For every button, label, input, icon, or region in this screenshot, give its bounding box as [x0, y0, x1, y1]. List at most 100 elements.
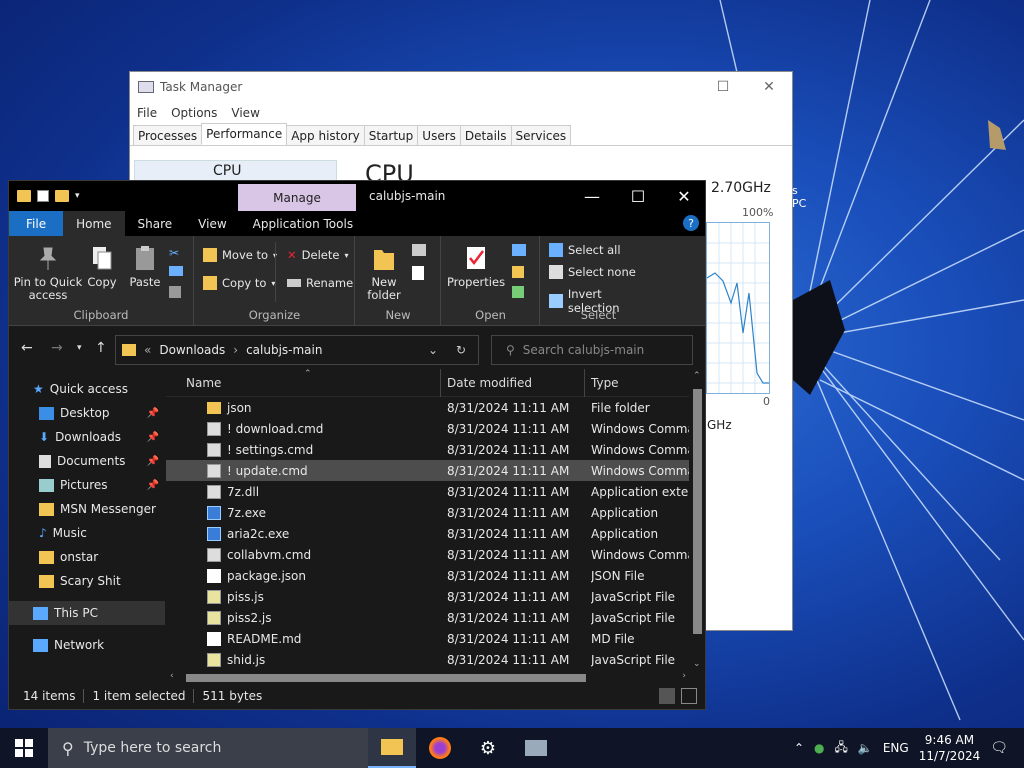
- copy-path-icon[interactable]: [169, 266, 183, 276]
- address-dropdown-icon[interactable]: ⌄: [428, 343, 438, 357]
- tab-processes[interactable]: Processes: [133, 125, 203, 145]
- column-divider[interactable]: [440, 369, 441, 397]
- tab-app-history[interactable]: App history: [286, 125, 365, 145]
- file-row[interactable]: 7z.exe 8/31/2024 11:11 AM Application: [166, 502, 689, 523]
- close-button[interactable]: ✕: [661, 181, 707, 211]
- large-icons-view-icon[interactable]: [681, 688, 697, 704]
- pin-icon[interactable]: 📌: [147, 408, 159, 419]
- new-item-icon[interactable]: [412, 244, 426, 256]
- volume-icon[interactable]: 🔈: [858, 741, 873, 755]
- column-date-modified[interactable]: Date modified: [447, 376, 532, 390]
- nav-this-pc[interactable]: This PC: [9, 601, 165, 625]
- close-button[interactable]: ✕: [746, 72, 792, 102]
- notifications-icon[interactable]: 🗨: [990, 740, 1008, 756]
- taskbar-search[interactable]: ⚲ Type here to search: [48, 728, 368, 768]
- explorer-titlebar[interactable]: ▾ Manage calubjs-main — ☐ ✕: [9, 181, 705, 211]
- file-row[interactable]: ! download.cmd 8/31/2024 11:11 AM Windows …: [166, 418, 689, 439]
- help-icon[interactable]: ?: [683, 215, 699, 231]
- minimize-button[interactable]: —: [569, 181, 615, 211]
- details-view-icon[interactable]: [659, 688, 675, 704]
- up-arrow-icon[interactable]: ↑: [95, 340, 107, 356]
- rename-button[interactable]: Rename: [287, 276, 353, 290]
- file-row[interactable]: package.json 8/31/2024 11:11 AM JSON File: [166, 565, 689, 586]
- nav-downloads[interactable]: ⬇ Downloads 📌: [9, 425, 165, 449]
- network-icon[interactable]: 🖧: [834, 738, 847, 759]
- open-icon[interactable]: [512, 244, 526, 256]
- task-manager-titlebar[interactable]: Task Manager ☐ ✕: [130, 72, 792, 102]
- taskbar-task-manager[interactable]: [512, 728, 560, 768]
- delete-button[interactable]: ✕ Delete ▾: [287, 248, 348, 262]
- refresh-icon[interactable]: ↻: [456, 343, 466, 357]
- nav-pictures[interactable]: Pictures 📌: [9, 473, 165, 497]
- nav-music[interactable]: ♪ Music: [9, 521, 165, 545]
- taskbar-settings[interactable]: ⚙: [464, 728, 512, 768]
- easy-access-icon[interactable]: [412, 266, 424, 280]
- pin-to-quick-access-button[interactable]: Pin to Quick access: [13, 244, 83, 302]
- nav-network[interactable]: Network: [9, 633, 165, 657]
- taskbar-file-explorer[interactable]: [368, 728, 416, 768]
- nav-scary-shit[interactable]: Scary Shit: [9, 569, 165, 593]
- file-row[interactable]: ! settings.cmd 8/31/2024 11:11 AM Windows …: [166, 439, 689, 460]
- start-button[interactable]: [0, 728, 48, 768]
- scroll-right-icon[interactable]: ›: [682, 671, 686, 681]
- properties-qat-icon[interactable]: [37, 190, 49, 202]
- file-row[interactable]: shid.js 8/31/2024 11:11 AM JavaScript File: [166, 649, 689, 670]
- new-folder-qat-icon[interactable]: [55, 190, 69, 202]
- back-arrow-icon[interactable]: ←: [21, 340, 33, 356]
- nav-desktop[interactable]: Desktop 📌: [9, 401, 165, 425]
- file-row[interactable]: json 8/31/2024 11:11 AM File folder: [166, 397, 689, 418]
- qat-dropdown-icon[interactable]: ▾: [75, 191, 80, 201]
- file-row[interactable]: collabvm.cmd 8/31/2024 11:11 AM Windows Co…: [166, 544, 689, 565]
- nav-quick-access[interactable]: ★ Quick access: [9, 377, 165, 401]
- vertical-scrollbar[interactable]: ⌃ ⌄: [690, 369, 705, 671]
- copy-to-button[interactable]: Copy to ▾: [203, 276, 275, 290]
- tab-services[interactable]: Services: [510, 125, 572, 145]
- menu-view[interactable]: View: [231, 106, 259, 120]
- tab-application-tools[interactable]: Application Tools: [240, 211, 366, 236]
- properties-button[interactable]: Properties: [446, 244, 506, 289]
- file-row[interactable]: piss2.js 8/31/2024 11:11 AM JavaScript Fil…: [166, 607, 689, 628]
- maximize-button[interactable]: ☐: [615, 181, 661, 211]
- maximize-button[interactable]: ☐: [700, 72, 746, 102]
- breadcrumb-overflow[interactable]: «: [144, 343, 151, 357]
- file-row[interactable]: 7z.dll 8/31/2024 11:11 AM Application exte…: [166, 481, 689, 502]
- tab-home[interactable]: Home: [63, 211, 125, 236]
- file-row[interactable]: README.md 8/31/2024 11:11 AM MD File: [166, 628, 689, 649]
- user-icon[interactable]: ●: [814, 741, 824, 755]
- scroll-up-icon[interactable]: ⌃: [693, 371, 701, 381]
- history-icon[interactable]: [512, 286, 524, 298]
- tab-share[interactable]: Share: [125, 211, 186, 236]
- scroll-left-icon[interactable]: ‹: [170, 671, 174, 681]
- clock[interactable]: 9:46 AM 11/7/2024: [919, 732, 981, 764]
- language-indicator[interactable]: ENG: [883, 741, 909, 755]
- pin-icon[interactable]: 📌: [147, 480, 159, 491]
- select-all-button[interactable]: Select all: [549, 243, 621, 257]
- recent-locations-icon[interactable]: ▾: [77, 343, 82, 353]
- file-row[interactable]: ! update.cmd 8/31/2024 11:11 AM Windows Co…: [166, 460, 689, 481]
- address-bar[interactable]: « Downloads › calubjs-main ⌄ ↻: [115, 335, 479, 365]
- tab-file[interactable]: File: [9, 211, 64, 236]
- breadcrumb-calubjs-main[interactable]: calubjs-main: [246, 343, 322, 357]
- nav-documents[interactable]: Documents 📌: [9, 449, 165, 473]
- select-none-button[interactable]: Select none: [549, 265, 636, 279]
- tab-users[interactable]: Users: [417, 125, 461, 145]
- nav-onstar[interactable]: onstar: [9, 545, 165, 569]
- pin-icon[interactable]: 📌: [147, 432, 159, 443]
- tab-details[interactable]: Details: [459, 125, 512, 145]
- scroll-thumb[interactable]: [693, 389, 702, 634]
- move-to-button[interactable]: Move to▾: [203, 248, 277, 262]
- file-row[interactable]: piss.js 8/31/2024 11:11 AM JavaScript File: [166, 586, 689, 607]
- paste-shortcut-icon[interactable]: [169, 286, 181, 298]
- breadcrumb-downloads[interactable]: Downloads: [159, 343, 225, 357]
- column-type[interactable]: Type: [591, 376, 619, 390]
- scroll-down-icon[interactable]: ⌄: [693, 659, 701, 669]
- file-explorer-window[interactable]: ▾ Manage calubjs-main — ☐ ✕ File Home Sh…: [8, 180, 706, 710]
- paste-button[interactable]: Paste: [125, 244, 165, 289]
- tab-view[interactable]: View: [185, 211, 239, 236]
- new-folder-button[interactable]: New folder: [364, 244, 404, 302]
- pin-icon[interactable]: 📌: [147, 456, 159, 467]
- copy-button[interactable]: Copy: [85, 244, 119, 289]
- taskbar-firefox[interactable]: [416, 728, 464, 768]
- file-row[interactable]: aria2c.exe 8/31/2024 11:11 AM Application: [166, 523, 689, 544]
- forward-arrow-icon[interactable]: →: [51, 340, 63, 356]
